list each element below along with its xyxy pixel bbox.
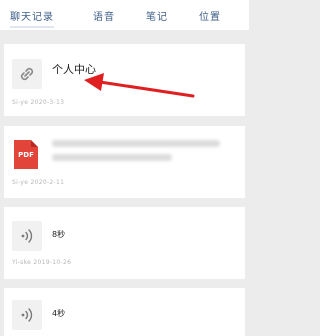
annotation-arrow	[84, 73, 195, 98]
annotation-arrow-head	[84, 73, 104, 91]
annotation-arrow-shaft	[98, 80, 195, 98]
